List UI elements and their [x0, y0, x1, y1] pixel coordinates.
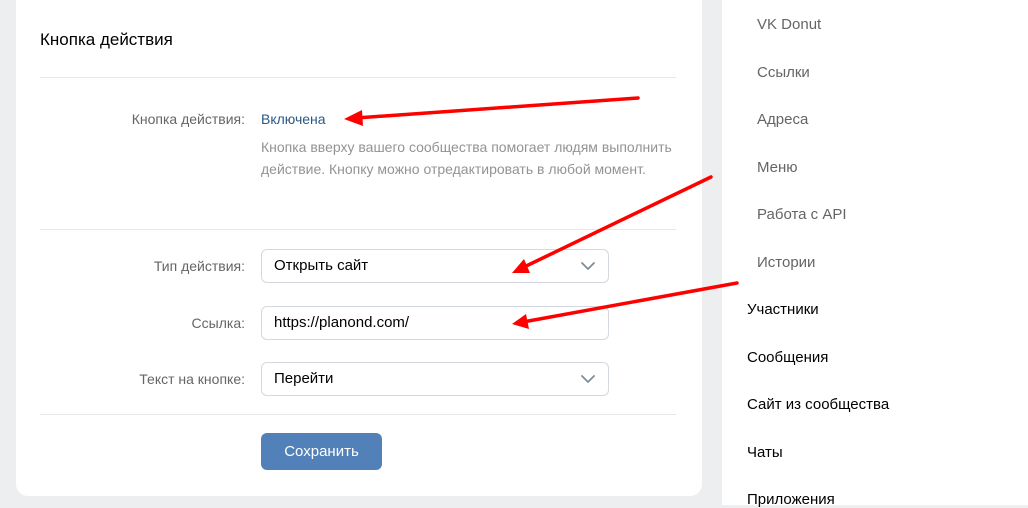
sidebar-item-api[interactable]: Работа с API [757, 206, 847, 223]
card-title: Кнопка действия [40, 30, 173, 49]
sidebar-item-chats[interactable]: Чаты [747, 444, 783, 461]
sidebar-item-community-site[interactable]: Сайт из сообщества [747, 396, 889, 413]
sidebar-item-apps[interactable]: Приложения [747, 491, 835, 508]
action-button-settings-card: Кнопка действия Кнопка действия: Включен… [16, 0, 702, 496]
sidebar-item-stories[interactable]: Истории [757, 254, 815, 271]
sidebar-item-vk-donut[interactable]: VK Donut [757, 16, 821, 33]
action-type-label: Тип действия: [153, 258, 245, 274]
action-type-select[interactable]: Открыть сайт [261, 249, 609, 283]
action-type-value: Открыть сайт [274, 257, 369, 274]
status-label: Кнопка действия: [131, 111, 245, 127]
sidebar-item-members[interactable]: Участники [747, 301, 819, 318]
link-label: Ссылка: [191, 315, 245, 331]
button-text-select[interactable]: Перейти [261, 362, 609, 396]
sidebar-item-addresses[interactable]: Адреса [757, 111, 808, 128]
sidebar-item-menu[interactable]: Меню [757, 159, 798, 176]
divider [40, 77, 676, 78]
sidebar-item-links[interactable]: Ссылки [757, 64, 810, 81]
button-text-label: Текст на кнопке: [139, 371, 245, 387]
chevron-down-icon [581, 262, 595, 270]
divider [40, 414, 676, 415]
divider [40, 229, 676, 230]
link-value: https://planond.com/ [274, 314, 410, 331]
status-value-link[interactable]: Включена [261, 111, 326, 127]
sidebar-item-messages[interactable]: Сообщения [747, 349, 828, 366]
chevron-down-icon [581, 375, 595, 383]
settings-sidebar: VK Donut Ссылки Адреса Меню Работа с API… [722, 0, 1028, 508]
status-hint: Кнопка вверху вашего сообщества помогает… [261, 139, 672, 177]
save-button[interactable]: Сохранить [261, 433, 382, 470]
link-input[interactable]: https://planond.com/ [261, 306, 609, 340]
button-text-value: Перейти [274, 370, 334, 387]
